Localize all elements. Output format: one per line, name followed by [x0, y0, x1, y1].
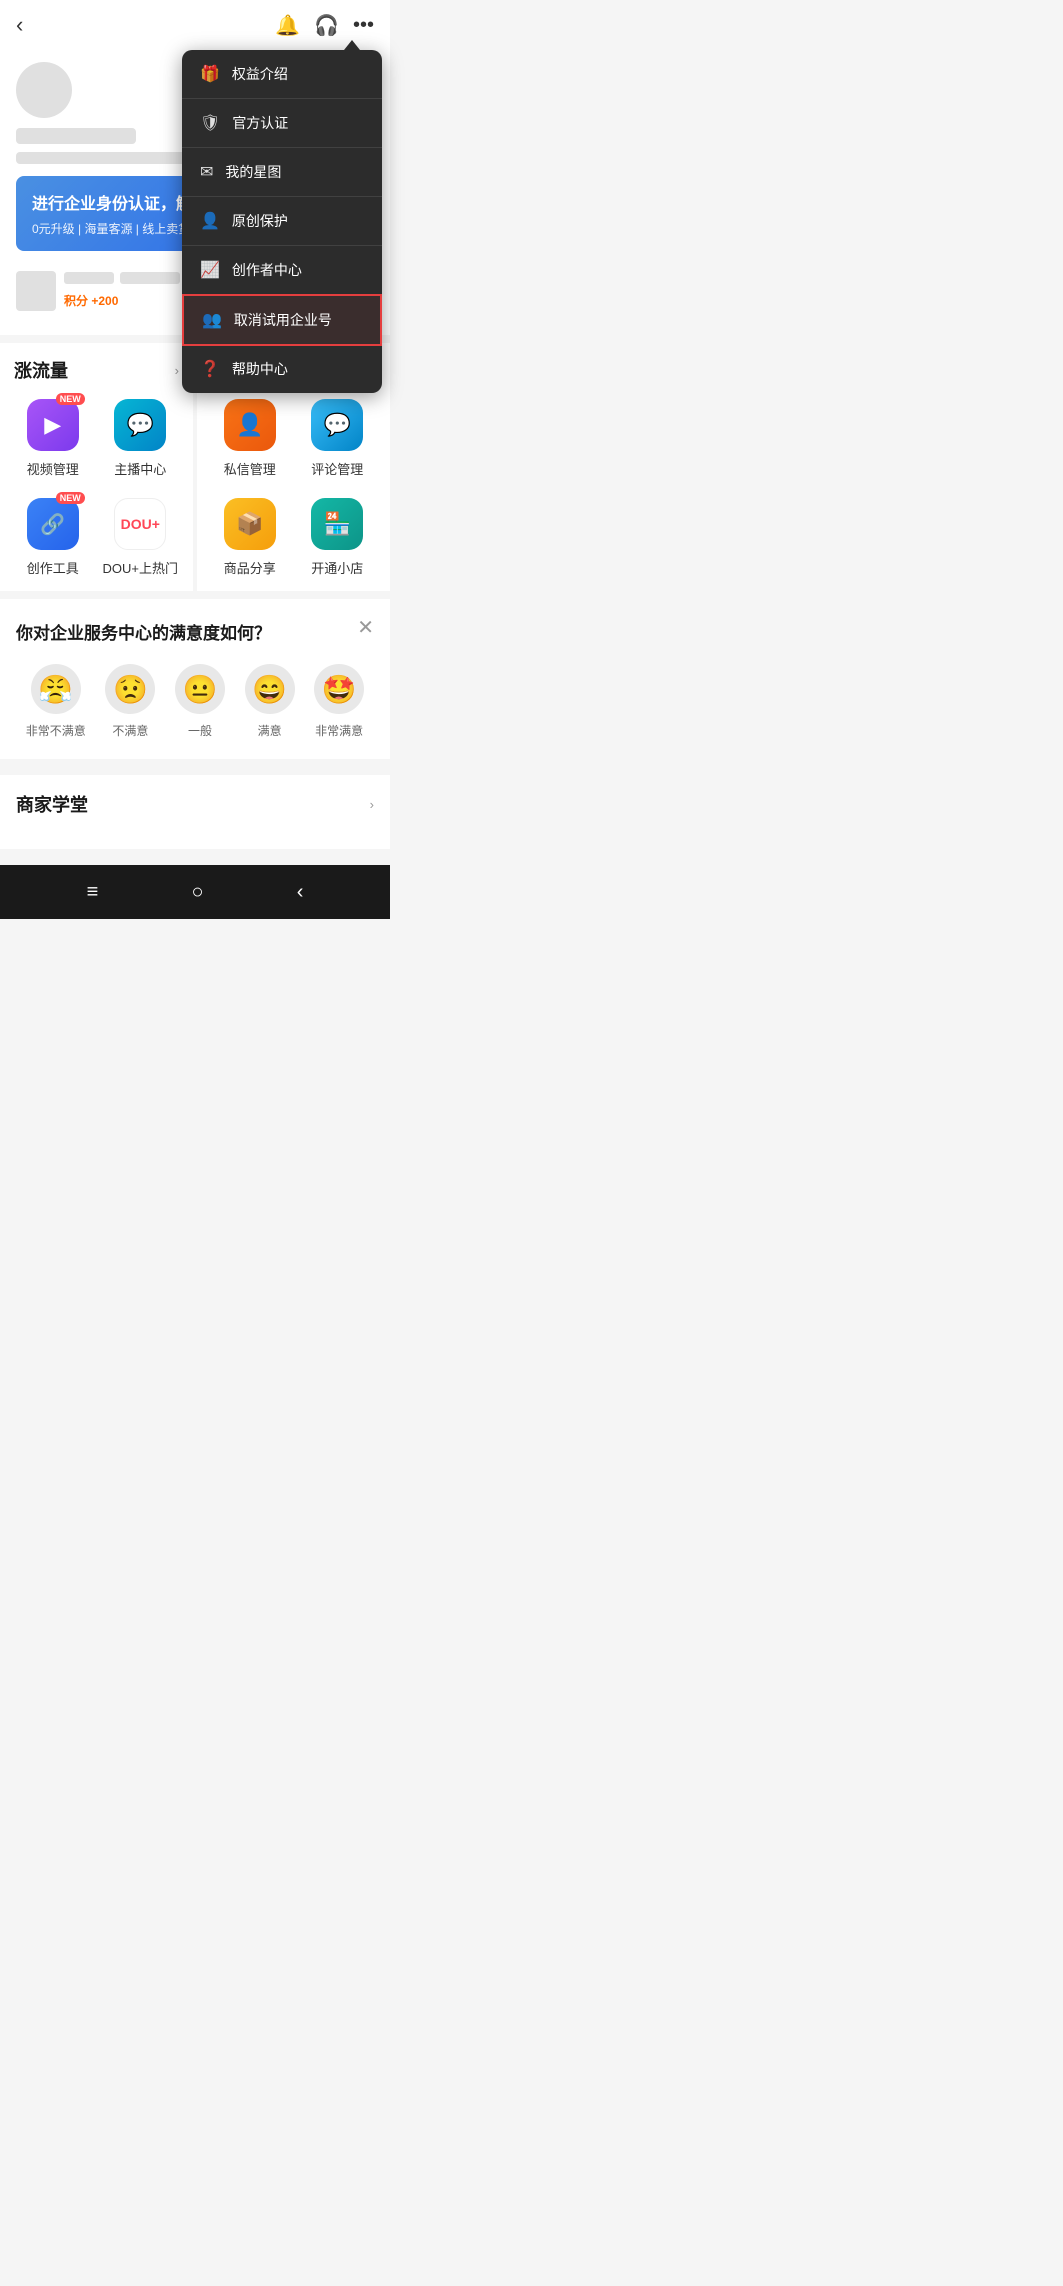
starmap-icon: ✉ — [200, 162, 213, 182]
dropdown-overlay: 🎁 权益介绍 🛡 官方认证 ✉ 我的星图 👤 原创保护 📈 创作者中心 👥 — [0, 0, 390, 2286]
dropdown-arrow — [344, 40, 360, 50]
creator-icon: 📈 — [200, 260, 220, 280]
verify-label: 官方认证 — [232, 113, 288, 133]
help-label: 帮助中心 — [232, 359, 288, 379]
benefits-icon: 🎁 — [200, 64, 220, 84]
dropdown-item-original[interactable]: 👤 原创保护 — [182, 197, 382, 246]
dropdown-item-help[interactable]: ❓ 帮助中心 — [182, 345, 382, 393]
dropdown-item-starmap[interactable]: ✉ 我的星图 — [182, 148, 382, 197]
cancel-trial-icon: 👥 — [202, 310, 222, 330]
original-icon: 👤 — [200, 211, 220, 231]
dropdown-item-cancel-trial[interactable]: 👥 取消试用企业号 — [182, 294, 382, 346]
dropdown-item-benefits[interactable]: 🎁 权益介绍 — [182, 50, 382, 99]
dropdown-item-creator[interactable]: 📈 创作者中心 — [182, 246, 382, 295]
help-icon: ❓ — [200, 359, 220, 379]
starmap-label: 我的星图 — [225, 162, 281, 182]
creator-label: 创作者中心 — [232, 260, 302, 280]
dropdown-menu: 🎁 权益介绍 🛡 官方认证 ✉ 我的星图 👤 原创保护 📈 创作者中心 👥 — [182, 50, 382, 393]
benefits-label: 权益介绍 — [232, 64, 288, 84]
cancel-trial-label: 取消试用企业号 — [234, 310, 332, 330]
original-label: 原创保护 — [232, 211, 288, 231]
verify-icon: 🛡 — [200, 113, 220, 133]
dropdown-item-verify[interactable]: 🛡 官方认证 — [182, 99, 382, 148]
